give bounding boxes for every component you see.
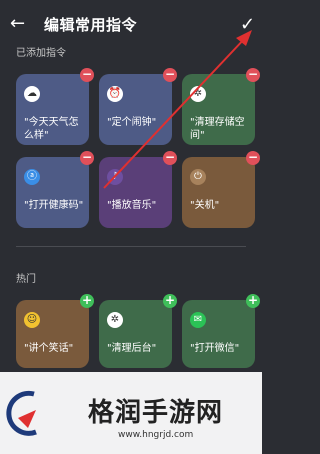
watermark-url: www.hngrjd.com: [118, 430, 194, 440]
watermark-text: 格润手游网: [88, 398, 224, 428]
watermark-logo-icon: [6, 390, 37, 436]
